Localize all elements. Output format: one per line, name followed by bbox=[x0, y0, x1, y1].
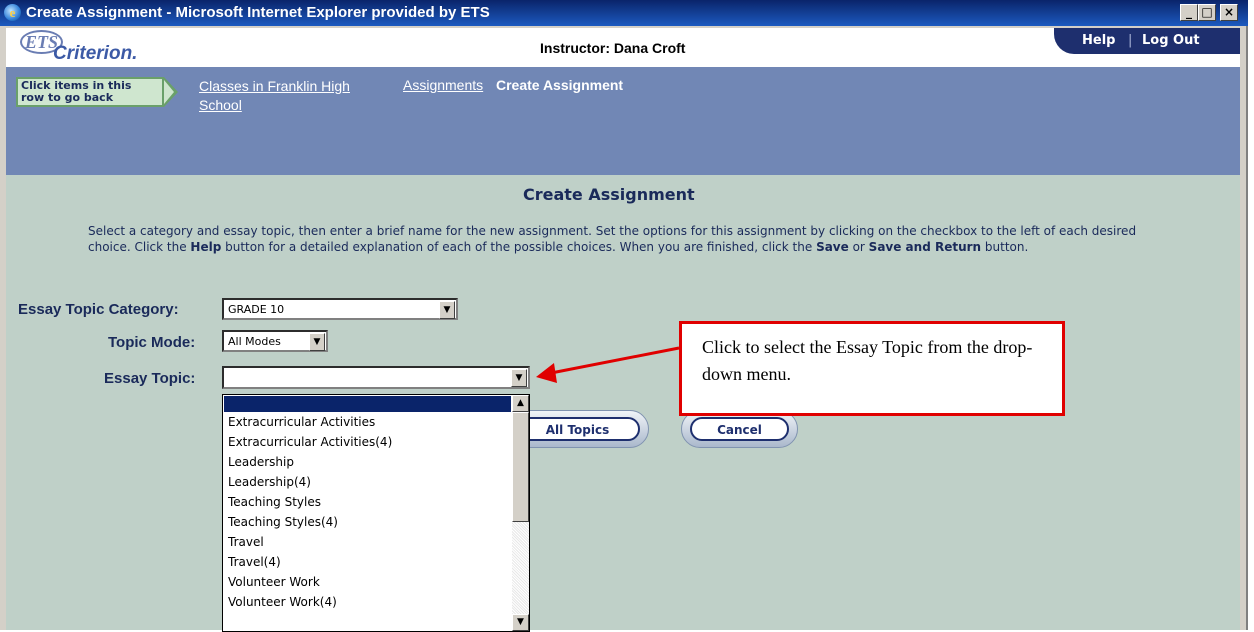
minimize-button[interactable]: _ bbox=[1180, 4, 1198, 21]
window-title: Create Assignment - Microsoft Internet E… bbox=[26, 4, 490, 21]
title-bar: e Create Assignment - Microsoft Internet… bbox=[0, 0, 1248, 26]
maximize-button[interactable]: □ bbox=[1198, 4, 1216, 21]
page-content: ETS Criterion. Instructor: Dana Croft He… bbox=[6, 28, 1240, 632]
ie-icon: e bbox=[4, 4, 21, 21]
close-button[interactable]: × bbox=[1220, 4, 1238, 21]
callout-arrow-icon bbox=[536, 346, 680, 383]
